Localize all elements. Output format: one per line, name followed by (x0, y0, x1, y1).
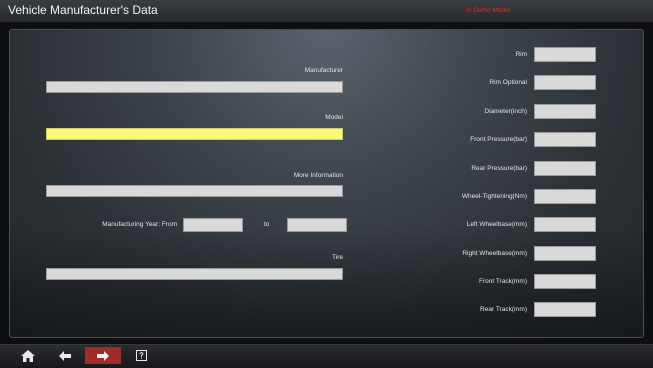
left-wheelbase-field[interactable] (534, 217, 596, 232)
diameter-field[interactable] (534, 104, 596, 119)
rear-track-field[interactable] (534, 302, 596, 317)
window-title: Vehicle Manufacturer's Data (8, 3, 158, 17)
year-to-label: to (264, 221, 270, 228)
tire-field[interactable] (46, 268, 343, 280)
help-icon (135, 350, 147, 361)
right-wheelbase-label: Right Wheelbase(mm) (462, 250, 527, 257)
rear-pressure-label: Rear Pressure(bar) (471, 165, 527, 172)
demo-mode-label: In Demo Model (466, 7, 511, 14)
rim-optional-label: Rim Optional (489, 79, 527, 86)
wheel-tightening-field[interactable] (534, 189, 596, 204)
more-information-label: More Information (293, 172, 343, 179)
home-button[interactable] (18, 347, 38, 364)
rear-track-label: Rear Track(mm) (480, 306, 527, 313)
front-pressure-label: Front Pressure(bar) (470, 136, 527, 143)
year-from-label: Manufacturing Year: From (102, 221, 177, 228)
manufacturer-label: Manufacturer (304, 67, 343, 74)
more-information-field[interactable] (46, 185, 343, 197)
year-from-field[interactable] (183, 218, 243, 232)
title-bar: Vehicle Manufacturer's Data In Demo Mode… (0, 0, 653, 23)
next-button[interactable] (85, 347, 121, 364)
front-track-field[interactable] (534, 274, 596, 289)
right-wheelbase-field[interactable] (534, 246, 596, 261)
arrow-right-icon (97, 350, 109, 361)
left-wheelbase-label: Left Wheelbase(mm) (466, 221, 527, 228)
rim-label: Rim (515, 51, 527, 58)
help-button[interactable] (132, 347, 150, 364)
home-icon (21, 349, 35, 362)
model-label: Model (325, 114, 343, 121)
rim-field[interactable] (534, 47, 596, 62)
model-field[interactable] (46, 128, 343, 140)
front-track-label: Front Track(mm) (478, 278, 527, 285)
rim-optional-field[interactable] (534, 75, 596, 90)
arrow-left-icon (59, 350, 71, 361)
diameter-label: Diameter(inch) (484, 108, 527, 115)
rear-pressure-field[interactable] (534, 161, 596, 176)
manufacturer-field[interactable] (46, 81, 343, 93)
wheel-tightening-label: Wheel-Tightening(Nm) (461, 193, 527, 200)
front-pressure-field[interactable] (534, 132, 596, 147)
tire-label: Tire (332, 254, 343, 261)
back-button[interactable] (55, 347, 75, 364)
year-to-field[interactable] (287, 218, 347, 232)
